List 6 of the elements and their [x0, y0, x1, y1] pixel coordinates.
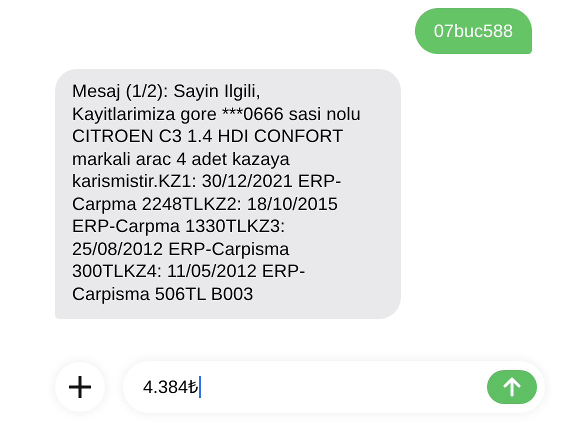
input-text: 4.384₺	[143, 376, 198, 398]
sent-message-bubble: 07buc588	[414, 8, 532, 54]
message-input-field[interactable]: 4.384₺	[123, 361, 545, 413]
received-message-bubble: Mesaj (1/2): Sayin Ilgili, Kayitlarimiza gore ***0666 sasi nolu CITROEN C3 1.4 HDI CONFORT markali arac 4 adet kazaya karismistir.KZ1: 30/12/2021 ERP-Carpma 2248TLKZ2: 18/10/2015 ERP-Carpma 1330TLKZ3: 25/08/2012 ERP-Carpisma 300TLKZ4: 11/05/2012 ERP-Carpisma 506TL B003	[55, 69, 401, 319]
arrow-up-icon	[503, 377, 521, 397]
plus-icon	[69, 376, 91, 398]
